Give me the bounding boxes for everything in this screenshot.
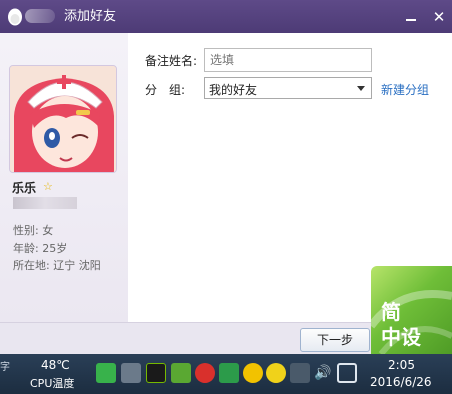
profile-panel: 乐乐 ☆ 性别: 女 年龄: 25岁 所在地: 辽宁 沈阳: [0, 33, 128, 322]
check-tray-icon[interactable]: [171, 363, 191, 383]
gender-text: 性别: 女: [13, 224, 54, 237]
volume-icon[interactable]: 🔊: [313, 363, 333, 383]
avatar: [9, 65, 117, 173]
window-title: 添加好友: [64, 9, 117, 24]
group-select-value: 我的好友: [209, 83, 258, 97]
plus-tray-icon[interactable]: [266, 363, 286, 383]
pen-tray-icon[interactable]: [290, 363, 310, 383]
watermark-text-2: 中设: [381, 325, 421, 349]
watermark-logo: 简 中设: [371, 266, 452, 354]
security-shield-tray-icon[interactable]: [219, 363, 239, 383]
clock-date[interactable]: 2016/6/26: [370, 375, 432, 389]
netease-music-tray-icon[interactable]: [195, 363, 215, 383]
minimize-button[interactable]: [400, 6, 422, 28]
clock-time[interactable]: 2:05: [388, 358, 415, 372]
cpu-temperature-label: CPU温度: [30, 377, 75, 390]
new-group-link[interactable]: 新建分组: [381, 81, 429, 98]
add-friend-dialog: 添加好友 ✕ 乐乐 ☆ 性别: 女 年龄: 25岁 所在地: 辽宁 沈阳 备注姓…: [0, 0, 452, 394]
location-text: 所在地: 辽宁 沈阳: [13, 259, 101, 272]
nickname: 乐乐: [12, 181, 37, 195]
close-button[interactable]: ✕: [428, 6, 450, 28]
avatar-illustration: [10, 66, 116, 172]
taskbar: 字 48℃ CPU温度 🔊 2:05 2016/6/26: [0, 354, 452, 394]
input-method-indicator[interactable]: 字: [0, 358, 10, 373]
title-bar: 添加好友 ✕: [0, 0, 452, 33]
account-name-blurred: [25, 9, 55, 23]
star-icon: ☆: [43, 180, 53, 193]
remark-input[interactable]: [204, 48, 372, 72]
age-text: 年龄: 25岁: [13, 242, 68, 255]
group-select[interactable]: 我的好友: [204, 77, 372, 99]
nvidia-tray-icon[interactable]: [146, 363, 166, 383]
dropdown-arrow-icon: [357, 86, 365, 91]
group-label: 分 组:: [145, 83, 186, 97]
user-tray-icon[interactable]: [121, 363, 141, 383]
next-button[interactable]: 下一步: [300, 328, 370, 352]
network-icon[interactable]: [337, 363, 357, 383]
qq-number-blurred: [13, 197, 77, 209]
qq-penguin-icon: [8, 8, 22, 26]
cpu-temperature: 48℃: [41, 358, 70, 372]
wechat-tray-icon[interactable]: [96, 363, 116, 383]
qq-tray-icon[interactable]: [243, 363, 263, 383]
remark-label: 备注姓名:: [145, 54, 198, 68]
